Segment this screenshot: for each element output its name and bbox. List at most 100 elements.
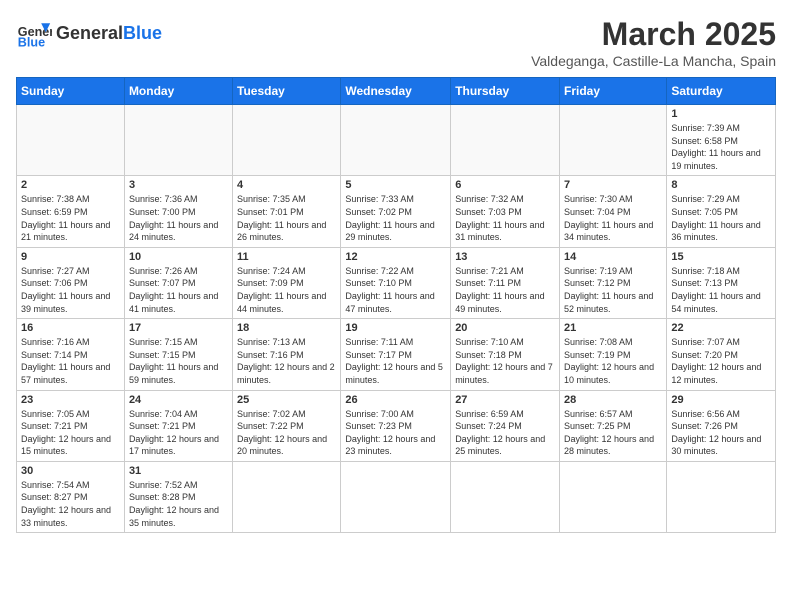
day-cell: 10Sunrise: 7:26 AM Sunset: 7:07 PM Dayli… bbox=[124, 247, 232, 318]
day-info: Sunrise: 7:11 AM Sunset: 7:17 PM Dayligh… bbox=[345, 336, 446, 386]
day-info: Sunrise: 7:21 AM Sunset: 7:11 PM Dayligh… bbox=[455, 265, 555, 315]
day-info: Sunrise: 7:32 AM Sunset: 7:03 PM Dayligh… bbox=[455, 193, 555, 243]
day-cell: 21Sunrise: 7:08 AM Sunset: 7:19 PM Dayli… bbox=[560, 319, 667, 390]
day-info: Sunrise: 7:13 AM Sunset: 7:16 PM Dayligh… bbox=[237, 336, 336, 386]
logo-blue: Blue bbox=[123, 23, 162, 43]
day-number: 13 bbox=[455, 251, 555, 263]
week-row-3: 16Sunrise: 7:16 AM Sunset: 7:14 PM Dayli… bbox=[17, 319, 776, 390]
day-cell: 23 Sunrise: 7:05 AM Sunset: 7:21 PM Dayli… bbox=[17, 390, 125, 461]
day-cell: 19Sunrise: 7:11 AM Sunset: 7:17 PM Dayli… bbox=[341, 319, 451, 390]
day-info: Sunrise: 7:05 AM Sunset: 7:21 PM Dayligh… bbox=[21, 408, 120, 458]
day-number: 26 bbox=[345, 394, 446, 406]
day-info: Sunrise: 7:27 AM Sunset: 7:06 PM Dayligh… bbox=[21, 265, 120, 315]
day-info: Sunrise: 7:02 AM Sunset: 7:22 PM Dayligh… bbox=[237, 408, 336, 458]
day-cell: 15Sunrise: 7:18 AM Sunset: 7:13 PM Dayli… bbox=[667, 247, 776, 318]
day-number: 6 bbox=[455, 179, 555, 191]
day-cell: 9Sunrise: 7:27 AM Sunset: 7:06 PM Daylig… bbox=[17, 247, 125, 318]
weekday-header-tuesday: Tuesday bbox=[233, 78, 341, 105]
day-number: 25 bbox=[237, 394, 336, 406]
day-cell: 28 Sunrise: 6:57 AM Sunset: 7:25 PM Dayli… bbox=[560, 390, 667, 461]
day-cell: 6 Sunrise: 7:32 AM Sunset: 7:03 PM Daylig… bbox=[451, 176, 560, 247]
day-cell: 31Sunrise: 7:52 AM Sunset: 8:28 PM Dayli… bbox=[124, 461, 232, 532]
day-info: Sunrise: 7:16 AM Sunset: 7:14 PM Dayligh… bbox=[21, 336, 120, 386]
day-cell: 26Sunrise: 7:00 AM Sunset: 7:23 PM Dayli… bbox=[341, 390, 451, 461]
weekday-header-thursday: Thursday bbox=[451, 78, 560, 105]
month-title: March 2025 bbox=[531, 16, 776, 53]
day-number: 23 bbox=[21, 394, 120, 406]
day-cell: 4Sunrise: 7:35 AM Sunset: 7:01 PM Daylig… bbox=[233, 176, 341, 247]
location: Valdeganga, Castille-La Mancha, Spain bbox=[531, 53, 776, 69]
weekday-header-row: SundayMondayTuesdayWednesdayThursdayFrid… bbox=[17, 78, 776, 105]
week-row-5: 30 Sunrise: 7:54 AM Sunset: 8:27 PM Dayli… bbox=[17, 461, 776, 532]
day-number: 2 bbox=[21, 179, 120, 191]
day-number: 29 bbox=[671, 394, 771, 406]
day-number: 27 bbox=[455, 394, 555, 406]
day-cell: 16Sunrise: 7:16 AM Sunset: 7:14 PM Dayli… bbox=[17, 319, 125, 390]
day-cell: 30 Sunrise: 7:54 AM Sunset: 8:27 PM Dayli… bbox=[17, 461, 125, 532]
day-cell: 20Sunrise: 7:10 AM Sunset: 7:18 PM Dayli… bbox=[451, 319, 560, 390]
logo-general: General bbox=[56, 23, 123, 43]
day-info: Sunrise: 6:56 AM Sunset: 7:26 PM Dayligh… bbox=[671, 408, 771, 458]
day-number: 3 bbox=[129, 179, 228, 191]
svg-text:Blue: Blue bbox=[18, 36, 45, 50]
day-number: 5 bbox=[345, 179, 446, 191]
day-number: 28 bbox=[564, 394, 662, 406]
day-info: Sunrise: 7:39 AM Sunset: 6:58 PM Dayligh… bbox=[671, 122, 771, 172]
day-info: Sunrise: 7:30 AM Sunset: 7:04 PM Dayligh… bbox=[564, 193, 662, 243]
day-cell: 25 Sunrise: 7:02 AM Sunset: 7:22 PM Dayli… bbox=[233, 390, 341, 461]
day-cell bbox=[233, 461, 341, 532]
day-cell bbox=[560, 461, 667, 532]
day-info: Sunrise: 7:36 AM Sunset: 7:00 PM Dayligh… bbox=[129, 193, 228, 243]
day-cell: 17Sunrise: 7:15 AM Sunset: 7:15 PM Dayli… bbox=[124, 319, 232, 390]
day-cell: 29 Sunrise: 6:56 AM Sunset: 7:26 PM Dayli… bbox=[667, 390, 776, 461]
day-info: Sunrise: 6:57 AM Sunset: 7:25 PM Dayligh… bbox=[564, 408, 662, 458]
day-number: 10 bbox=[129, 251, 228, 263]
day-cell: 7 Sunrise: 7:30 AM Sunset: 7:04 PM Daylig… bbox=[560, 176, 667, 247]
day-info: Sunrise: 7:33 AM Sunset: 7:02 PM Dayligh… bbox=[345, 193, 446, 243]
day-number: 14 bbox=[564, 251, 662, 263]
day-cell: 8 Sunrise: 7:29 AM Sunset: 7:05 PM Daylig… bbox=[667, 176, 776, 247]
day-number: 15 bbox=[671, 251, 771, 263]
day-info: Sunrise: 7:35 AM Sunset: 7:01 PM Dayligh… bbox=[237, 193, 336, 243]
day-number: 1 bbox=[671, 108, 771, 120]
day-info: Sunrise: 7:24 AM Sunset: 7:09 PM Dayligh… bbox=[237, 265, 336, 315]
day-info: Sunrise: 7:08 AM Sunset: 7:19 PM Dayligh… bbox=[564, 336, 662, 386]
day-number: 22 bbox=[671, 322, 771, 334]
calendar: SundayMondayTuesdayWednesdayThursdayFrid… bbox=[16, 77, 776, 533]
week-row-0: 1 Sunrise: 7:39 AM Sunset: 6:58 PM Daylig… bbox=[17, 105, 776, 176]
day-cell bbox=[233, 105, 341, 176]
logo: General Blue GeneralBlue bbox=[16, 16, 162, 52]
day-number: 17 bbox=[129, 322, 228, 334]
day-info: Sunrise: 7:38 AM Sunset: 6:59 PM Dayligh… bbox=[21, 193, 120, 243]
day-cell: 1 Sunrise: 7:39 AM Sunset: 6:58 PM Daylig… bbox=[667, 105, 776, 176]
day-info: Sunrise: 7:29 AM Sunset: 7:05 PM Dayligh… bbox=[671, 193, 771, 243]
day-cell: 27 Sunrise: 6:59 AM Sunset: 7:24 PM Dayli… bbox=[451, 390, 560, 461]
day-cell: 22 Sunrise: 7:07 AM Sunset: 7:20 PM Dayli… bbox=[667, 319, 776, 390]
title-area: March 2025 Valdeganga, Castille-La Manch… bbox=[531, 16, 776, 69]
weekday-header-saturday: Saturday bbox=[667, 78, 776, 105]
weekday-header-monday: Monday bbox=[124, 78, 232, 105]
week-row-1: 2 Sunrise: 7:38 AM Sunset: 6:59 PM Daylig… bbox=[17, 176, 776, 247]
weekday-header-sunday: Sunday bbox=[17, 78, 125, 105]
day-number: 18 bbox=[237, 322, 336, 334]
day-number: 7 bbox=[564, 179, 662, 191]
day-cell bbox=[451, 461, 560, 532]
day-cell: 11Sunrise: 7:24 AM Sunset: 7:09 PM Dayli… bbox=[233, 247, 341, 318]
day-cell bbox=[124, 105, 232, 176]
day-cell: 5 Sunrise: 7:33 AM Sunset: 7:02 PM Daylig… bbox=[341, 176, 451, 247]
day-number: 30 bbox=[21, 465, 120, 477]
day-info: Sunrise: 7:19 AM Sunset: 7:12 PM Dayligh… bbox=[564, 265, 662, 315]
day-info: Sunrise: 7:10 AM Sunset: 7:18 PM Dayligh… bbox=[455, 336, 555, 386]
day-number: 8 bbox=[671, 179, 771, 191]
day-info: Sunrise: 6:59 AM Sunset: 7:24 PM Dayligh… bbox=[455, 408, 555, 458]
day-cell bbox=[341, 461, 451, 532]
day-info: Sunrise: 7:07 AM Sunset: 7:20 PM Dayligh… bbox=[671, 336, 771, 386]
week-row-2: 9Sunrise: 7:27 AM Sunset: 7:06 PM Daylig… bbox=[17, 247, 776, 318]
day-cell bbox=[560, 105, 667, 176]
day-cell: 3 Sunrise: 7:36 AM Sunset: 7:00 PM Daylig… bbox=[124, 176, 232, 247]
logo-icon: General Blue bbox=[16, 16, 52, 52]
week-row-4: 23 Sunrise: 7:05 AM Sunset: 7:21 PM Dayli… bbox=[17, 390, 776, 461]
day-cell: 2 Sunrise: 7:38 AM Sunset: 6:59 PM Daylig… bbox=[17, 176, 125, 247]
day-info: Sunrise: 7:54 AM Sunset: 8:27 PM Dayligh… bbox=[21, 479, 120, 529]
day-number: 24 bbox=[129, 394, 228, 406]
